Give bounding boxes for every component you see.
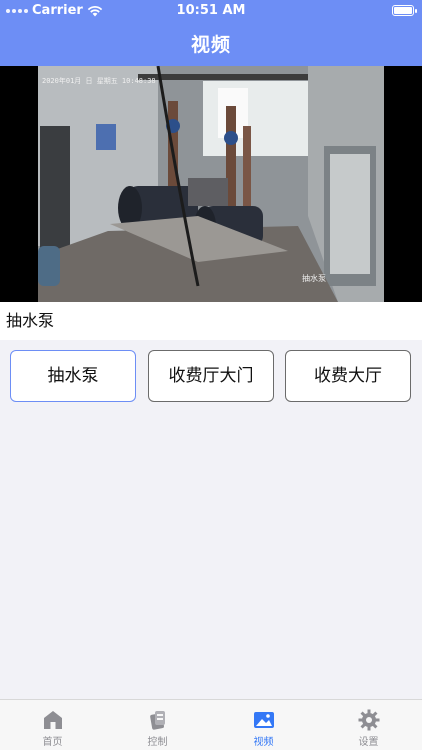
home-icon [44, 711, 62, 729]
tab-settings[interactable]: 设置 [316, 700, 421, 750]
video-player[interactable]: 2020年01月 日 星期五 10:48:38 抽水泵 [0, 66, 422, 302]
tab-bar: 首页 控制 视频 设置 [0, 699, 422, 750]
camera-button-toll-hall[interactable]: 收费大厅 [285, 350, 411, 402]
tab-home[interactable]: 首页 [0, 700, 105, 750]
status-time: 10:51 AM [176, 3, 246, 18]
tab-label: 视频 [253, 737, 274, 748]
camera-button-toll-hall-gate[interactable]: 收费厅大门 [148, 350, 274, 402]
video-icon [254, 712, 274, 728]
video-channel-overlay: 抽水泵 [302, 274, 326, 283]
tab-label: 设置 [358, 737, 379, 748]
camera-feed-image [38, 66, 384, 302]
top-bar: Carrier 10:51 AM 视频 [0, 0, 422, 66]
current-camera-label: 抽水泵 [0, 302, 422, 340]
tab-control[interactable]: 控制 [105, 700, 210, 750]
settings-icon [358, 709, 380, 731]
video-timestamp-overlay: 2020年01月 日 星期五 10:48:38 [42, 77, 156, 85]
video-frame[interactable]: 2020年01月 日 星期五 10:48:38 抽水泵 [38, 66, 384, 302]
status-bar: Carrier 10:51 AM [0, 0, 422, 22]
battery-icon [392, 5, 417, 16]
control-icon [150, 711, 165, 730]
page-title: 视频 [190, 34, 231, 56]
camera-button-pump[interactable]: 抽水泵 [10, 350, 136, 402]
tab-label: 控制 [147, 737, 168, 748]
tab-label: 首页 [42, 737, 63, 748]
tab-video[interactable]: 视频 [211, 700, 316, 750]
